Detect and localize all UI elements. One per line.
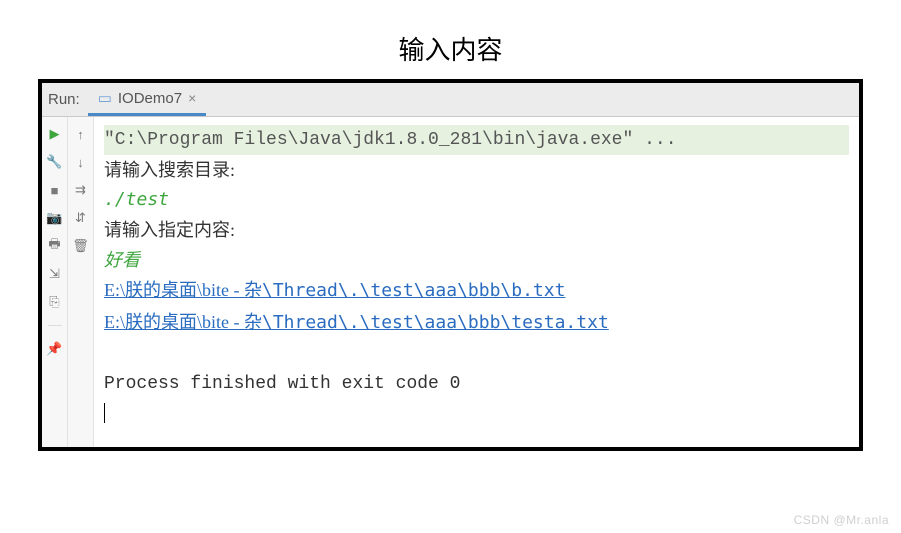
prompt-search-dir: 请输入搜索目录: bbox=[104, 155, 849, 185]
run-label: Run: bbox=[42, 91, 88, 108]
gutter-right: ↑ ↓ ⇉ ⇵ 🗑 bbox=[68, 117, 94, 447]
scroll-to-end-icon[interactable]: ⇵ bbox=[72, 209, 90, 227]
page-title: 输入内容 bbox=[0, 0, 901, 79]
tab-iodemo7[interactable]: ▭ IODemo7 × bbox=[88, 83, 207, 116]
prompt-content: 请输入指定内容: bbox=[104, 215, 849, 245]
trash-icon[interactable]: 🗑 bbox=[72, 237, 90, 255]
java-command-line: "C:\Program Files\Java\jdk1.8.0_281\bin\… bbox=[104, 125, 849, 155]
tab-name: IODemo7 bbox=[118, 90, 182, 107]
input-cursor[interactable] bbox=[104, 399, 849, 429]
down-arrow-icon[interactable]: ↓ bbox=[72, 153, 90, 171]
process-finished: Process finished with exit code 0 bbox=[104, 369, 849, 399]
rerun-icon[interactable]: ▶ bbox=[46, 125, 64, 143]
run-body: ▶ 🔧 ■ 📷 🖶 ⇲ ⎘ 📌 ↑ ↓ ⇉ ⇵ 🗑 "C:\Program Fi… bbox=[42, 117, 859, 447]
exit-icon[interactable]: ⎘ bbox=[46, 293, 64, 311]
result-path-1[interactable]: E:\朕的桌面\bite - 杂\Thread\.\test\aaa\bbb\b… bbox=[104, 280, 565, 301]
wrench-icon[interactable]: 🔧 bbox=[46, 153, 64, 171]
softwrap-icon[interactable]: ⇉ bbox=[72, 181, 90, 199]
structure-icon[interactable]: ⇲ bbox=[46, 265, 64, 283]
stop-icon[interactable]: ■ bbox=[46, 181, 64, 199]
pin-icon[interactable]: 📌 bbox=[46, 340, 64, 358]
tab-file-icon: ▭ bbox=[98, 89, 112, 107]
result-path-2[interactable]: E:\朕的桌面\bite - 杂\Thread\.\test\aaa\bbb\t… bbox=[104, 312, 609, 333]
input-content: 好看 bbox=[104, 245, 849, 275]
print-icon[interactable]: 🖶 bbox=[46, 237, 64, 255]
run-tool-window: Run: ▭ IODemo7 × ▶ 🔧 ■ 📷 🖶 ⇲ ⎘ 📌 ↑ ↓ ⇉ ⇵… bbox=[38, 79, 863, 451]
console-output[interactable]: "C:\Program Files\Java\jdk1.8.0_281\bin\… bbox=[94, 117, 859, 447]
tabbar: Run: ▭ IODemo7 × bbox=[42, 83, 859, 117]
close-tab-icon[interactable]: × bbox=[188, 90, 196, 106]
gutter-left: ▶ 🔧 ■ 📷 🖶 ⇲ ⎘ 📌 bbox=[42, 117, 68, 447]
input-search-dir: ./test bbox=[104, 185, 849, 215]
watermark: CSDN @Mr.anla bbox=[794, 513, 889, 527]
up-arrow-icon[interactable]: ↑ bbox=[72, 125, 90, 143]
separator bbox=[48, 325, 62, 326]
camera-icon[interactable]: 📷 bbox=[46, 209, 64, 227]
